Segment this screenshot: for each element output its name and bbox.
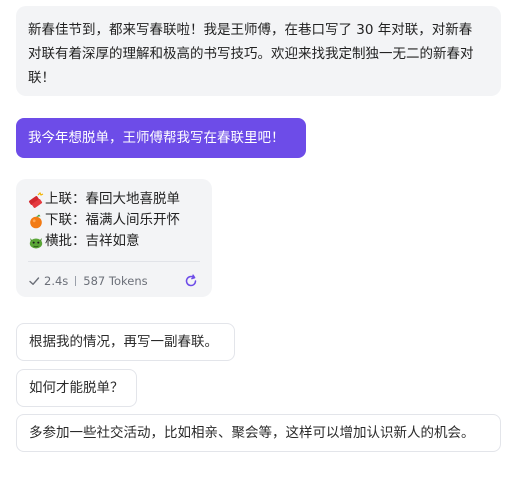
message-divider <box>28 261 200 262</box>
suggestion-button-how-to[interactable]: 如何才能脱单？ <box>16 369 137 407</box>
lower-label: 下联： <box>45 212 86 228</box>
upper-text: 春回大地喜脱单 <box>85 191 181 207</box>
suggestion-button-social[interactable]: 多参加一些社交活动，比如相亲、聚会等，这样可以增加认识新人的机会。 <box>16 414 501 452</box>
check-icon <box>28 275 40 287</box>
banner-text: 吉祥如意 <box>85 233 140 249</box>
message-meta: 2.4s 587 Tokens <box>28 270 200 292</box>
token-count: 587 Tokens <box>83 274 148 288</box>
assistant-couplet-message: 上联： 春回大地喜脱单 下联： 福满人间乐开怀 横批： 吉祥如意 2.4s 58… <box>16 179 212 297</box>
couplet-banner: 横批： 吉祥如意 <box>28 231 200 252</box>
response-time: 2.4s <box>44 274 69 288</box>
intro-line-2: 对联有着深厚的理解和极高的书写技巧。欢迎来找我定制独一无二的新春对 <box>28 46 474 62</box>
meta-separator <box>75 276 77 286</box>
assistant-intro-message: 新春佳节到，都来写春联啦！我是王师傅，在巷口写了 30 年对联，对新春 对联有着… <box>16 6 501 96</box>
couplet-lower: 下联： 福满人间乐开怀 <box>28 210 200 231</box>
dragon-icon <box>28 234 44 250</box>
intro-line-3: 联！ <box>28 70 55 86</box>
banner-label: 横批： <box>45 233 86 249</box>
upper-label: 上联： <box>45 191 86 207</box>
tangerine-icon <box>28 213 44 229</box>
firecracker-icon <box>28 191 44 208</box>
regenerate-icon[interactable] <box>184 274 198 288</box>
lower-text: 福满人间乐开怀 <box>85 212 181 228</box>
suggestion-button-rewrite[interactable]: 根据我的情况，再写一副春联。 <box>16 323 235 361</box>
couplet-upper: 上联： 春回大地喜脱单 <box>28 189 200 210</box>
intro-line-1: 新春佳节到，都来写春联啦！我是王师傅，在巷口写了 30 年对联，对新春 <box>28 22 473 38</box>
user-message: 我今年想脱单，王师傅帮我写在春联里吧！ <box>16 118 306 158</box>
